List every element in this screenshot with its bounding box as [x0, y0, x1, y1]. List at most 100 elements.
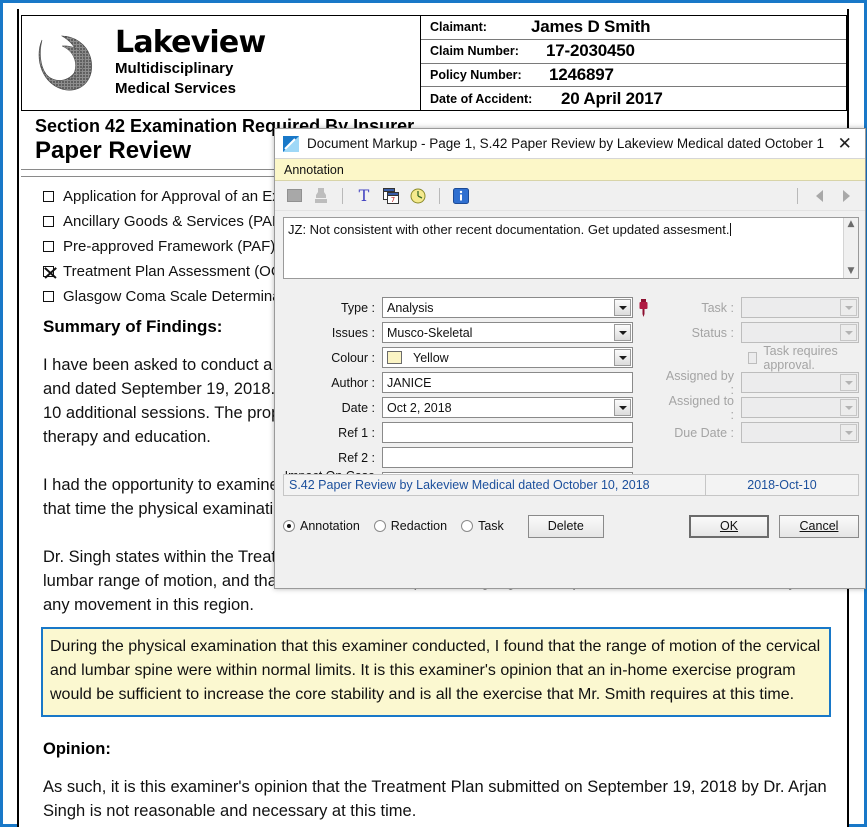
- opinion-heading: Opinion:: [43, 740, 111, 758]
- ref1-label: Ref 1 :: [338, 425, 375, 440]
- field-row-date: Date : Oct 2, 2018: [283, 397, 633, 418]
- menu-item-annotation[interactable]: Annotation: [284, 163, 344, 177]
- colour-value: Yellow: [413, 350, 449, 365]
- dialog-toolbar: T 7: [275, 181, 865, 211]
- highlighted-annotation-region[interactable]: During the physical examination that thi…: [41, 627, 831, 717]
- task-requires-approval-label: Task requires approval.: [763, 343, 838, 372]
- issues-combobox[interactable]: Musco-Skeletal: [382, 322, 633, 343]
- ref2-input[interactable]: [382, 447, 633, 468]
- radio-selected-icon[interactable]: [283, 520, 295, 532]
- scroll-up-icon[interactable]: ▲: [848, 220, 855, 229]
- checkbox-unchecked-icon: [748, 351, 758, 364]
- policy-number-label: Policy Number:: [430, 67, 522, 82]
- annotation-note-text[interactable]: JZ: Not consistent with other recent doc…: [284, 218, 843, 278]
- radio-unselected-icon[interactable]: [461, 520, 474, 532]
- chevron-down-icon[interactable]: [614, 399, 631, 416]
- type-combobox[interactable]: Analysis: [382, 297, 633, 318]
- logo-tagline-line2: Medical Services: [115, 80, 236, 97]
- radio-redaction-label: Redaction: [390, 519, 448, 533]
- stamp-icon[interactable]: [310, 185, 332, 207]
- radio-annotation[interactable]: Annotation: [283, 519, 360, 533]
- field-row-ref1: Ref 1 :: [283, 422, 633, 443]
- colour-label: Colour :: [331, 350, 375, 365]
- clock-icon[interactable]: [407, 185, 429, 207]
- author-value: JANICE: [387, 375, 432, 390]
- due-date-combobox: [741, 422, 859, 443]
- checkbox-checked-icon[interactable]: [43, 266, 54, 277]
- pushpin-icon: [639, 299, 648, 317]
- text-tool-icon[interactable]: T: [353, 185, 375, 207]
- radio-task-label: Task: [478, 519, 504, 533]
- lakeview-crescent-logo-icon: [38, 35, 92, 91]
- summary-of-findings-heading: Summary of Findings:: [43, 317, 223, 336]
- annotation-note-value: JZ: Not consistent with other recent doc…: [288, 222, 730, 237]
- field-row-author: Author : JANICE: [283, 372, 633, 393]
- table-row: Policy Number: 1246897: [421, 64, 846, 88]
- date-of-accident-label: Date of Accident:: [430, 91, 533, 106]
- issues-value: Musco-Skeletal: [387, 325, 473, 340]
- status-document-date: 2018-Oct-10: [747, 478, 817, 492]
- chevron-down-icon[interactable]: [614, 324, 631, 341]
- scroll-down-icon[interactable]: ▼: [848, 267, 855, 276]
- author-input[interactable]: JANICE: [382, 372, 633, 393]
- field-row-colour: Colour : Yellow: [283, 347, 633, 368]
- dialog-action-bar: Annotation Redaction Task Delete OK Canc…: [283, 511, 859, 541]
- claimant-label: Claimant:: [430, 20, 487, 35]
- claim-number-label: Claim Number:: [430, 44, 519, 59]
- date-value: Oct 2, 2018: [387, 400, 452, 415]
- task-requires-approval-row: Task requires approval.: [663, 344, 859, 372]
- status-label: Status :: [691, 325, 734, 340]
- checkbox-unchecked-icon[interactable]: [43, 291, 54, 302]
- ok-button-label: OK: [719, 519, 739, 533]
- ok-button[interactable]: OK: [689, 514, 769, 538]
- toolbar-separator: [342, 187, 343, 204]
- claim-number-value: 17-2030450: [546, 41, 635, 61]
- note-scrollbar[interactable]: ▲ ▼: [843, 218, 858, 278]
- ref1-input[interactable]: [382, 422, 633, 443]
- status-combobox: [741, 322, 859, 343]
- checkbox-unchecked-icon[interactable]: [43, 191, 54, 202]
- field-row-assigned-to: Assigned to :: [663, 394, 859, 422]
- info-icon[interactable]: [450, 185, 472, 207]
- assigned-by-combobox: [741, 372, 859, 393]
- dialog-title-bar[interactable]: Document Markup - Page 1, S.42 Paper Rev…: [275, 129, 865, 159]
- text-caret: [729, 223, 731, 236]
- chevron-down-icon: [840, 374, 857, 391]
- toolbar-separator: [797, 187, 798, 204]
- annotation-properties-form: Type : Analysis Issues : Musco-Skeletal …: [283, 297, 633, 497]
- colour-combobox[interactable]: Yellow: [382, 347, 633, 368]
- checkbox-unchecked-icon[interactable]: [43, 241, 54, 252]
- radio-redaction[interactable]: Redaction: [373, 519, 448, 533]
- dialog-status-bar: S.42 Paper Review by Lakeview Medical da…: [283, 474, 859, 496]
- date-combobox[interactable]: Oct 2, 2018: [382, 397, 633, 418]
- table-row: Claimant: James D Smith: [421, 16, 846, 40]
- issues-label: Issues :: [331, 325, 375, 340]
- field-row-status: Status :: [663, 322, 859, 343]
- radio-task[interactable]: Task: [461, 519, 504, 533]
- list-item-label: Glasgow Coma Scale Determination: [63, 288, 305, 305]
- checkbox-unchecked-icon[interactable]: [43, 216, 54, 227]
- annotation-note-textarea[interactable]: JZ: Not consistent with other recent doc…: [283, 217, 859, 279]
- policy-number-value: 1246897: [549, 64, 614, 84]
- svg-text:7: 7: [390, 196, 394, 204]
- document-header: Lakeview Multidisciplinary Medical Servi…: [21, 15, 847, 111]
- date-label: Date :: [341, 400, 375, 415]
- highlight-block-icon[interactable]: [283, 185, 305, 207]
- task-properties-form: Task : Status : Task requires approval. …: [663, 297, 859, 447]
- dialog-menu-bar[interactable]: Annotation: [275, 159, 865, 181]
- ref2-label: Ref 2 :: [338, 450, 375, 465]
- type-value: Analysis: [387, 300, 434, 315]
- date-stamp-icon[interactable]: 7: [380, 185, 402, 207]
- field-row-issues: Issues : Musco-Skeletal: [283, 322, 633, 343]
- close-icon[interactable]: ✕: [824, 129, 865, 158]
- table-row: Claim Number: 17-2030450: [421, 40, 846, 64]
- radio-unselected-icon[interactable]: [373, 520, 386, 532]
- chevron-down-icon: [840, 424, 857, 441]
- previous-annotation-icon[interactable]: [808, 185, 830, 207]
- delete-button[interactable]: Delete: [527, 514, 604, 538]
- chevron-down-icon[interactable]: [614, 349, 631, 366]
- next-annotation-icon[interactable]: [835, 185, 857, 207]
- cancel-button[interactable]: Cancel: [779, 514, 859, 538]
- chevron-down-icon[interactable]: [614, 299, 631, 316]
- field-row-task: Task :: [663, 297, 859, 318]
